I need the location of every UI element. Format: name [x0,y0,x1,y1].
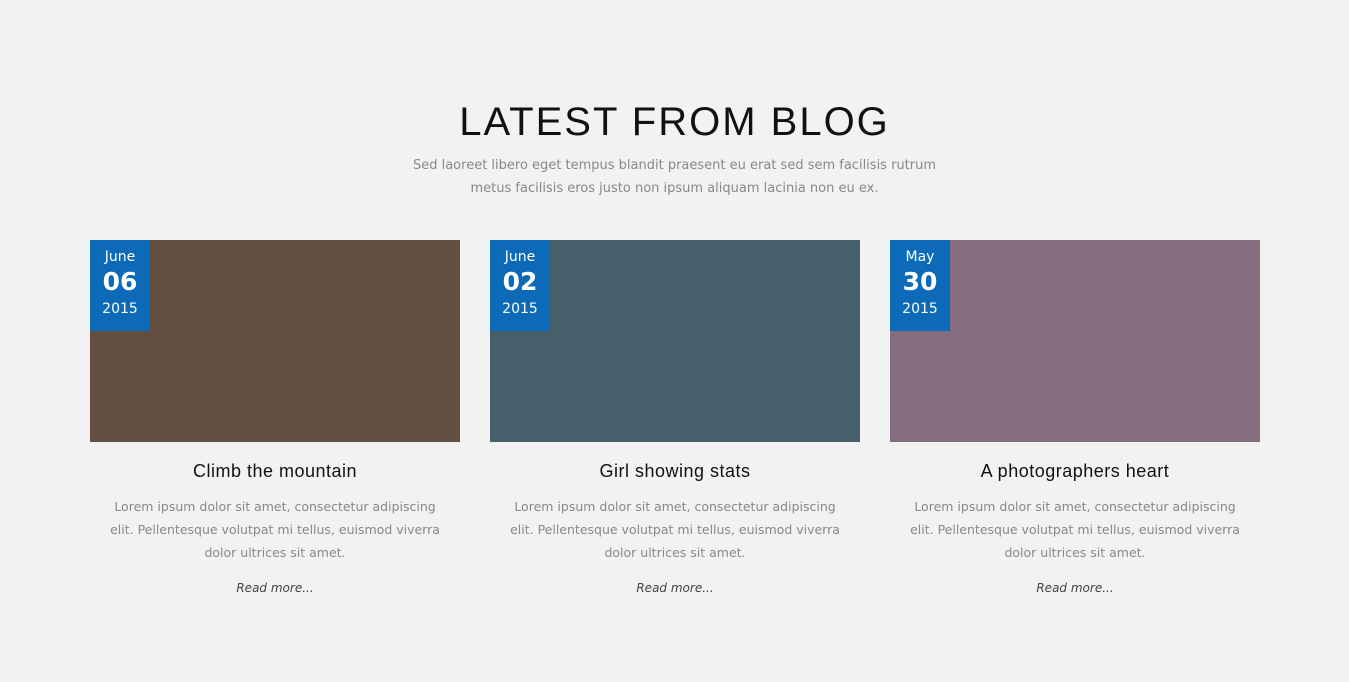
blog-card: June 02 2015 Girl showing stats Lorem ip… [490,240,860,596]
post-image[interactable]: June 06 2015 [90,240,460,442]
date-year: 2015 [502,301,538,317]
read-more-link[interactable]: Read more... [90,580,460,596]
post-image[interactable]: June 02 2015 [490,240,860,442]
section-subtitle: Sed laoreet libero eget tempus blandit p… [412,158,937,196]
date-day: 30 [902,267,938,296]
date-year: 2015 [102,301,138,317]
section-title: LATEST FROM BLOG [459,100,890,144]
blog-cards: June 06 2015 Climb the mountain Lorem ip… [90,240,1260,620]
date-badge: June 02 2015 [490,240,550,331]
date-year: 2015 [902,301,938,317]
post-title[interactable]: Climb the mountain [90,459,460,483]
post-title[interactable]: Girl showing stats [490,459,860,483]
post-title[interactable]: A photographers heart [890,459,1260,483]
read-more-link[interactable]: Read more... [490,580,860,596]
blog-card: May 30 2015 A photographers heart Lorem … [890,240,1260,596]
blog-card: June 06 2015 Climb the mountain Lorem ip… [90,240,460,596]
date-month: June [104,249,136,265]
post-excerpt: Lorem ipsum dolor sit amet, consectetur … [110,499,440,560]
read-more-link[interactable]: Read more... [890,580,1260,596]
post-image[interactable]: May 30 2015 [890,240,1260,442]
date-day: 02 [502,267,538,296]
date-day: 06 [102,267,138,296]
date-month: May [905,249,935,265]
post-excerpt: Lorem ipsum dolor sit amet, consectetur … [910,499,1240,560]
date-badge: May 30 2015 [890,240,950,331]
date-month: June [504,249,536,265]
date-badge: June 06 2015 [90,240,150,331]
post-excerpt: Lorem ipsum dolor sit amet, consectetur … [510,499,840,560]
